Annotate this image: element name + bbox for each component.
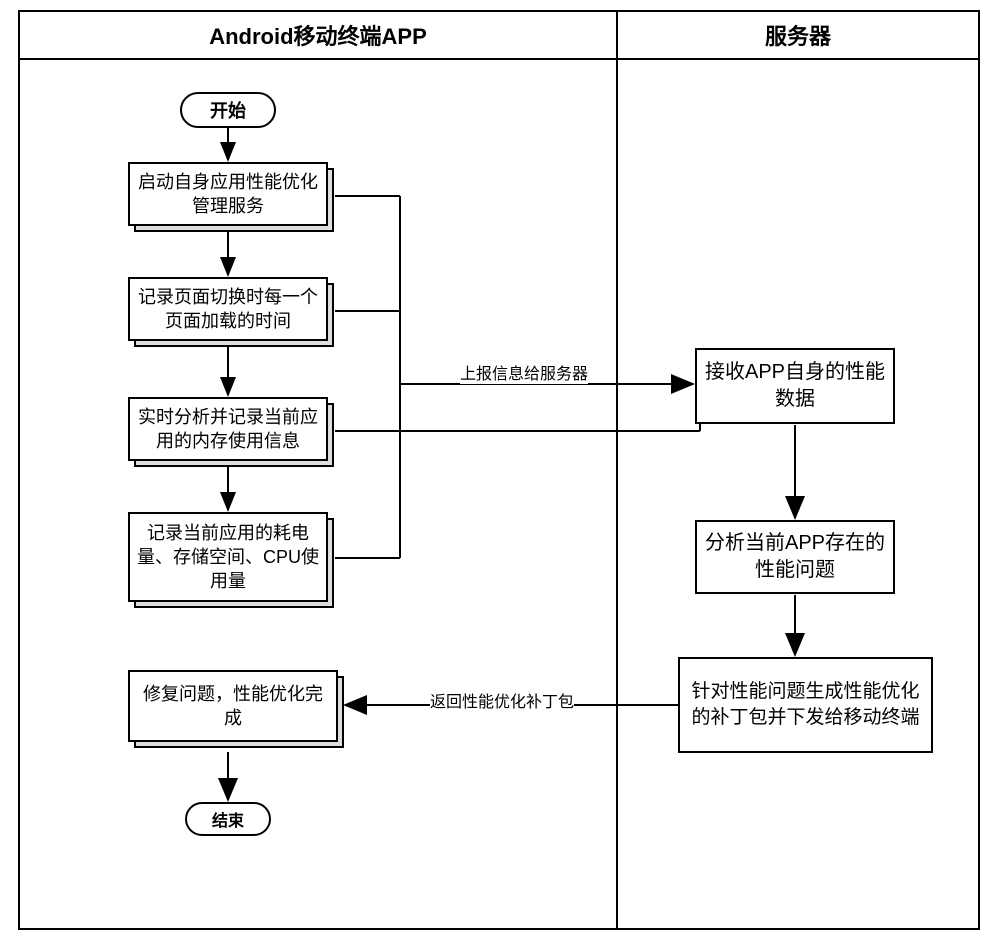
step-start-service: 启动自身应用性能优化管理服务	[128, 162, 328, 226]
label-return: 返回性能优化补丁包	[430, 688, 574, 712]
start-node: 开始	[180, 92, 276, 128]
end-node: 结束	[185, 802, 271, 836]
step-record-resources: 记录当前应用的耗电量、存储空间、CPU使用量	[128, 512, 328, 602]
swimlane-headers: Android移动终端APP 服务器	[18, 10, 980, 60]
server-analyze-issues: 分析当前APP存在的性能问题	[695, 520, 895, 594]
outer-border	[18, 10, 980, 930]
diagram-container: Android移动终端APP 服务器	[0, 0, 1000, 944]
swimlane-divider	[616, 60, 618, 928]
swimlane-header-app: Android移动终端APP	[18, 10, 618, 60]
label-upload: 上报信息给服务器	[460, 360, 588, 384]
step-fix-complete: 修复问题，性能优化完成	[128, 670, 338, 742]
step-analyze-memory: 实时分析并记录当前应用的内存使用信息	[128, 397, 328, 461]
server-receive-data: 接收APP自身的性能数据	[695, 348, 895, 424]
swimlane-header-server: 服务器	[618, 10, 980, 60]
server-generate-patch: 针对性能问题生成性能优化的补丁包并下发给移动终端	[678, 657, 933, 753]
step-record-page-load: 记录页面切换时每一个页面加载的时间	[128, 277, 328, 341]
